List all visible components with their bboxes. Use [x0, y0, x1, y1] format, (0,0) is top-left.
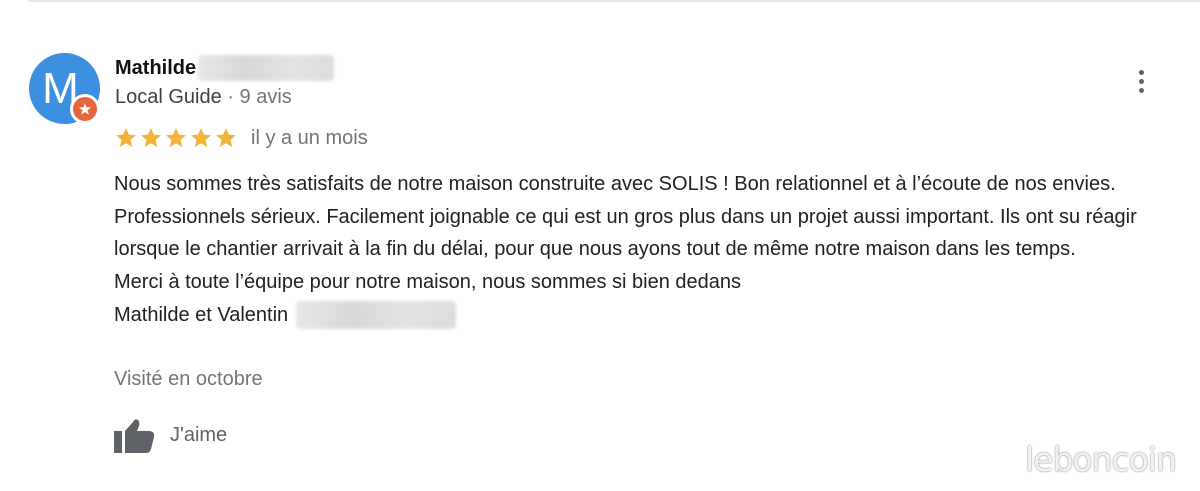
like-button[interactable]: J'aime [114, 417, 227, 453]
star-icon [216, 128, 236, 147]
star-icon [141, 128, 161, 147]
local-guide-label: Local Guide [115, 86, 222, 108]
redacted-surname [198, 55, 335, 81]
rating-row: il y a un mois [114, 124, 368, 152]
review-count: · 9 avis [227, 86, 292, 108]
local-guide-badge-icon [70, 94, 100, 124]
review-text: Nous sommes très satisfaits de notre mai… [114, 168, 1174, 332]
redacted-signature [296, 301, 457, 330]
star-icon [191, 128, 211, 147]
review-time: il y a un mois [251, 127, 368, 149]
more-vertical-icon[interactable] [1127, 64, 1155, 98]
top-divider [28, 0, 1200, 2]
star-icon [166, 128, 186, 147]
visited-date: Visité en octobre [114, 368, 263, 390]
star-rating [114, 126, 238, 150]
reviewer-name-row: Mathilde [115, 55, 335, 81]
star-icon [116, 128, 136, 147]
review-signature-row: Mathilde et Valentin [114, 299, 1174, 332]
reviewer-name[interactable]: Mathilde [115, 56, 196, 80]
review-paragraph: Nous sommes très satisfaits de notre mai… [114, 173, 1137, 261]
like-label: J'aime [170, 424, 228, 446]
reviewer-meta: Local Guide · 9 avis [115, 84, 292, 110]
thumbs-up-icon [114, 419, 155, 453]
review-thanks: Merci à toute l’équipe pour notre maison… [114, 271, 742, 294]
leboncoin-watermark: leboncoin [1025, 440, 1177, 479]
review-signature: Mathilde et Valentin [114, 303, 289, 326]
